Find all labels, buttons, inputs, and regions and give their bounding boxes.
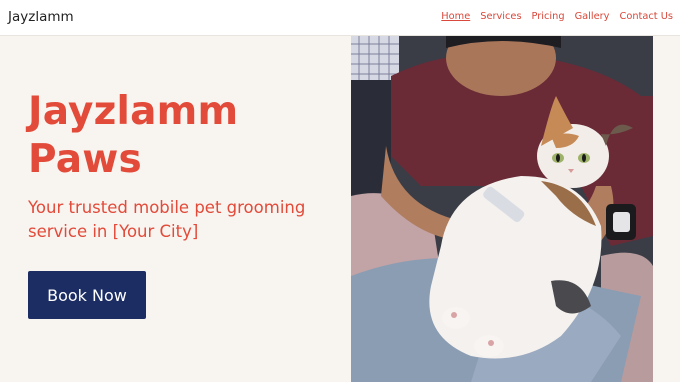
site-header: Jayzlamm Home Services Pricing Gallery C… — [0, 0, 680, 36]
nav-contact-link[interactable]: Contact Us — [619, 11, 673, 22]
book-now-button[interactable]: Book Now — [28, 271, 146, 319]
hero-title-line1: Jayzlamm — [28, 89, 239, 134]
hero-photo-groomer-with-cat — [351, 36, 653, 382]
nav-pricing-link[interactable]: Pricing — [532, 11, 565, 22]
hero-subtitle: Your trusted mobile pet grooming service… — [28, 196, 333, 244]
hero-title: Jayzlamm Paws — [28, 88, 328, 184]
site-logo-text[interactable]: Jayzlamm — [8, 9, 74, 25]
nav-home-link[interactable]: Home — [441, 11, 470, 22]
hero-subtitle-line1: Your trusted mobile pet grooming — [28, 198, 306, 217]
hero-subtitle-line2: service in [Your City] — [28, 222, 199, 241]
nav-gallery-link[interactable]: Gallery — [575, 11, 610, 22]
nav-services-link[interactable]: Services — [480, 11, 521, 22]
cat-grooming-illustration — [351, 36, 653, 382]
main-nav: Home Services Pricing Gallery Contact Us — [441, 11, 673, 22]
hero-title-line2: Paws — [28, 137, 142, 182]
